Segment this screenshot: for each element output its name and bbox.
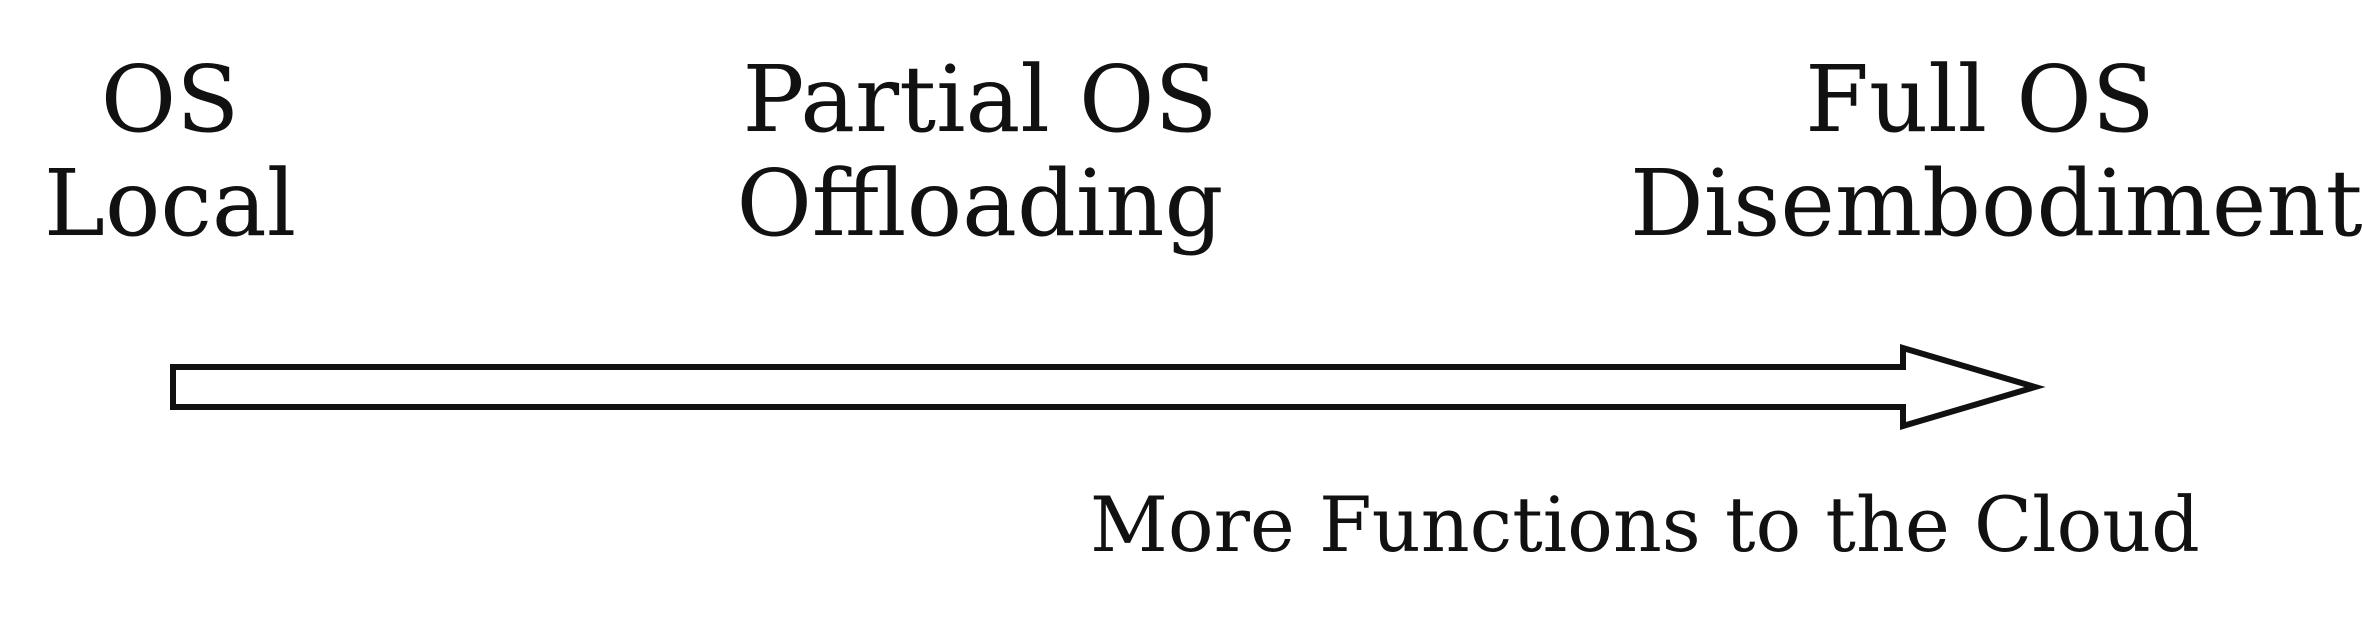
stage-subtitle: Offloading <box>736 150 1224 257</box>
stage-os-local: OS Local <box>40 48 300 256</box>
stage-subtitle: Disembodiment <box>1630 150 2362 257</box>
arrow-right-icon <box>170 343 2046 431</box>
stage-subtitle: Local <box>43 150 297 257</box>
stage-title: Full OS <box>1805 46 2155 153</box>
stage-title: Partial OS <box>742 46 1218 153</box>
stage-full-os-disembodiment: Full OS Disembodiment <box>1630 46 2362 257</box>
arrow-caption: More Functions to the Cloud <box>1090 480 2200 569</box>
stage-partial-os-offloading: Partial OS Offloading <box>720 48 1240 256</box>
stage-title: OS <box>100 46 240 153</box>
